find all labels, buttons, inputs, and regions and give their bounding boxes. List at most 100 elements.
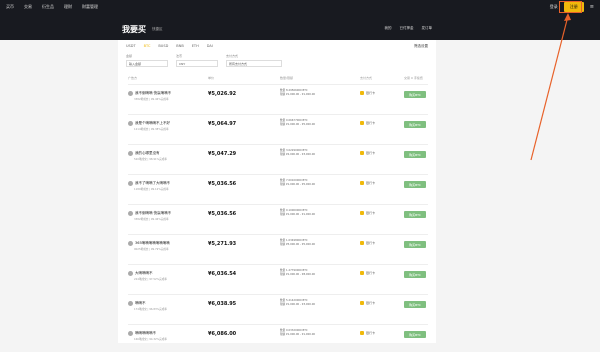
ads-panel: USDT BTC BUSD BNB ETH DAI 筛选设置 金额 输入金额 法… [118,40,436,343]
buy-button[interactable]: 购买BTC [404,301,426,308]
ad-limit: 数量 3.02290000 BTC 限额 ¥2,000.00 - ¥3,000.… [280,149,315,156]
advertiser-name[interactable]: 我的心哪里没有 [135,151,160,156]
advertiser[interactable]: 我是个嘀嘀嘀不上不好 [128,121,170,126]
advertiser-stats: 3382笔成交 | 99.46%完成率 [134,98,169,101]
advertiser-name[interactable]: 我不了嘀嘀了大嘀嘀不 [135,181,170,186]
ad-price: ¥6,036.54 [208,271,237,277]
buy-button[interactable]: 购买BTC [404,331,426,338]
table-header: 广告方 单价 数量/限额 支付方式 交易 0 手续费 [128,76,428,80]
tab-eth[interactable]: ETH [192,44,199,48]
login-link[interactable]: 登录 [550,4,558,10]
buy-button[interactable]: 购买BTC [404,151,426,158]
tab-bnb[interactable]: BNB [176,44,183,48]
advertiser[interactable]: 我不倒嘀嘀 快赢嘀嘀不 [128,91,171,96]
col-payment: 支付方式 [360,76,373,80]
ad-price: ¥6,086.00 [208,331,237,337]
amount-input[interactable]: 输入金额 [126,60,168,67]
tab-btc[interactable]: BTC [144,44,151,48]
bank-card-icon [360,151,364,155]
col-limit: 数量/限额 [280,76,294,80]
payment-method: 银行卡 [360,151,375,155]
ad-limit: 数量 0.10000000 BTC 限额 ¥1,000.00 - ¥1,000.… [280,209,315,216]
ad-limit: 数量 1.27790000 BTC 限额 ¥1,000.00 - ¥8,000.… [280,269,315,276]
col-price: 单价 [208,76,215,80]
ad-price: ¥5,026.92 [208,91,237,97]
page-title: 我要买 [122,25,146,34]
tab-dai[interactable]: DAI [207,44,213,48]
payment-method-label: 银行卡 [366,181,376,185]
ad-limit: 数量 1.03498000 BTC 限额 ¥5,000.00 - ¥5,000.… [280,239,315,246]
ad-limit: 数量 7.00100000 BTC 限额 ¥1,000.00 - ¥5,000.… [280,179,315,186]
bank-card-icon [360,91,364,95]
payment-method: 银行卡 [360,301,375,305]
avatar [128,211,133,216]
tab-usdt[interactable]: USDT [126,44,136,48]
advertiser-stats: 174笔成交 | 96.83%完成率 [134,308,167,311]
bank-card-icon [360,211,364,215]
table-row: 我的心哪里没有 520笔成交 | 98.91%完成率 ¥5,047.29 数量 3.0… [128,144,428,172]
ad-limit: 数量 8.29566000 BTC 限额 ¥1,000.00 - ¥1,000.… [280,89,315,96]
advertiser-stats: 224笔成交 | 97.52%完成率 [134,278,167,281]
avatar [128,271,133,276]
payment-method-label: 银行卡 [366,211,376,215]
payment-select[interactable]: 所有支付方式 [226,60,282,67]
payment-method-label: 银行卡 [366,331,376,335]
buy-button[interactable]: 购买BTC [404,211,426,218]
filters: 金额 输入金额 法币 CNY 支付方式 所有支付方式 [126,54,282,67]
advertiser[interactable]: 我不倒嘀嘀 快赢嘀嘀不 [128,211,171,216]
payment-method-label: 银行卡 [366,151,376,155]
buy-button[interactable]: 购买BTC [404,91,426,98]
advertiser-name[interactable]: 我不倒嘀嘀 快赢嘀嘀不 [135,91,171,96]
fiat-select[interactable]: CNY [176,60,218,67]
avatar [128,181,133,186]
advertiser-name[interactable]: 嘀嘀嘀嘀嘀不 [135,331,156,336]
payment-method-label: 银行卡 [366,271,376,275]
nav-item-earn[interactable]: 理财 [64,4,72,10]
table-row: 我不倒嘀嘀 快赢嘀嘀不 3382笔成交 | 99.46%完成率 ¥5,036.56 数… [128,204,428,232]
filter-settings-button[interactable]: 筛选设置 [414,44,428,49]
nav-item-buy[interactable]: 买币 [6,4,14,10]
advertiser-name[interactable]: 我不倒嘀嘀 快赢嘀嘀不 [135,211,171,216]
advertiser[interactable]: 嘀嘀嘀嘀嘀不 [128,331,156,336]
advertiser-stats: 166笔成交 | 94.32%完成率 [134,338,167,341]
advertiser[interactable]: 我不了嘀嘀了大嘀嘀不 [128,181,170,186]
menu-icon[interactable]: ≡ [590,4,594,10]
col-trade: 交易 0 手续费 [404,76,423,80]
ad-price: ¥5,036.56 [208,211,237,217]
buy-button[interactable]: 购买BTC [404,241,426,248]
advertiser[interactable]: 我的心哪里没有 [128,151,160,156]
filter-label: 金额 [126,54,133,58]
advertiser-name[interactable]: 我是个嘀嘀嘀不上不好 [135,121,170,126]
hero-action-deposit[interactable]: 已付押金 [400,26,414,31]
ad-price: ¥6,038.95 [208,301,237,307]
hero-action-mine[interactable]: 我的 [385,26,392,31]
advertiser[interactable]: 嘀嘀不 [128,301,146,306]
payment-method: 银行卡 [360,181,375,185]
hero-action-post[interactable]: 发订单 [422,26,433,31]
ad-price: ¥5,064.97 [208,121,237,127]
nav-item-wealth[interactable]: 财富管理 [82,4,98,10]
table-row: 365嘀嘀嘀嘀嘀嘀嘀嘀 9025笔成交 | 99.79%完成率 ¥5,271.93 数… [128,234,428,262]
avatar [128,301,133,306]
advertiser[interactable]: 365嘀嘀嘀嘀嘀嘀嘀嘀 [128,241,170,246]
table-row: 我是个嘀嘀嘀不上不好 1214笔成交 | 99.38%完成率 ¥5,064.97 数量… [128,114,428,142]
advertiser-name[interactable]: 大嘀嘀嘀不 [135,271,153,276]
advertiser-name[interactable]: 嘀嘀不 [135,301,146,306]
advertiser-name[interactable]: 365嘀嘀嘀嘀嘀嘀嘀嘀 [135,241,170,246]
filter-fiat: 法币 CNY [176,54,218,67]
buy-button[interactable]: 购买BTC [404,271,426,278]
avatar [128,121,133,126]
payment-method: 银行卡 [360,211,375,215]
nav-item-derivatives[interactable]: 衍生品 [42,4,54,10]
advertiser[interactable]: 大嘀嘀嘀不 [128,271,153,276]
bank-card-icon [360,121,364,125]
nav-item-trade[interactable]: 交易 [24,4,32,10]
buy-button[interactable]: 购买BTC [404,181,426,188]
buy-button[interactable]: 购买BTC [404,121,426,128]
bank-card-icon [360,301,364,305]
tab-busd[interactable]: BUSD [158,44,168,48]
payment-method: 银行卡 [360,271,375,275]
table-row: 我不倒嘀嘀 快赢嘀嘀不 3382笔成交 | 99.46%完成率 ¥5,026.92 数… [128,84,428,112]
avatar [128,241,133,246]
ad-price: ¥5,271.93 [208,241,237,247]
